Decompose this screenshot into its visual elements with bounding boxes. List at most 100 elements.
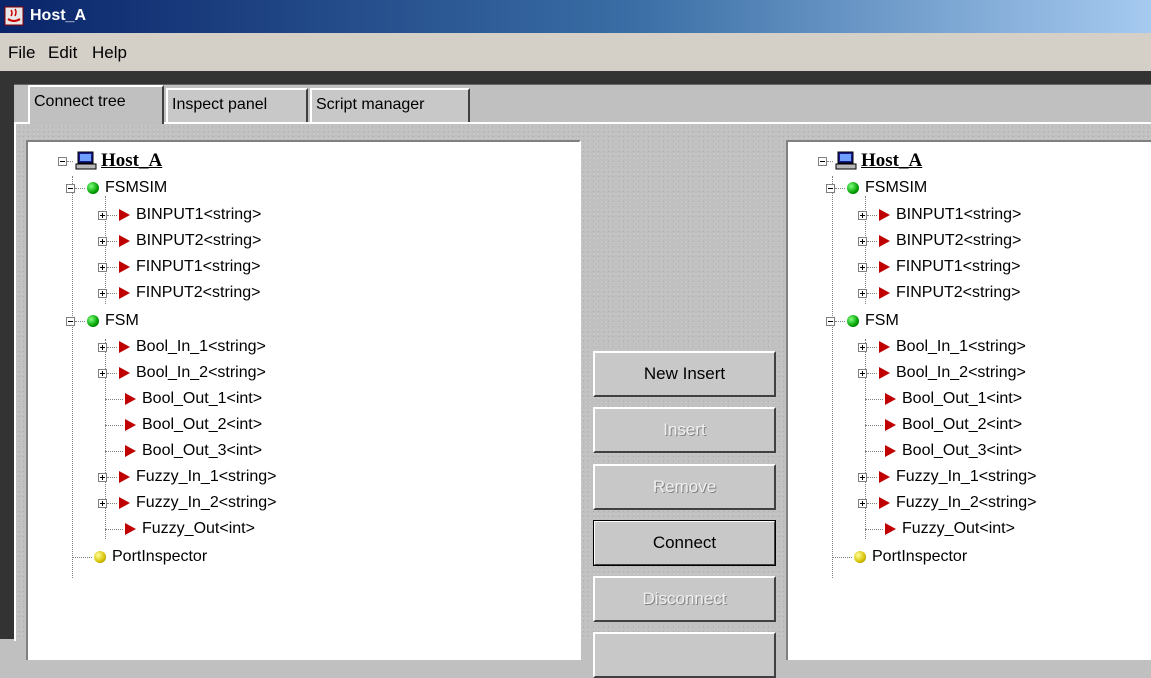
port-node[interactable]: Bool_In_1<string>: [858, 336, 1026, 358]
collapse-toggle[interactable]: [66, 316, 75, 326]
collapse-toggle[interactable]: [826, 316, 835, 326]
expand-toggle[interactable]: [858, 288, 867, 298]
collapse-toggle[interactable]: [58, 156, 67, 166]
insert-button[interactable]: Insert: [593, 407, 776, 453]
port-arrow-icon: [119, 367, 130, 379]
disconnect-button[interactable]: Disconnect: [593, 576, 776, 622]
port-arrow-icon: [119, 261, 130, 273]
expand-toggle[interactable]: [858, 342, 867, 352]
port-arrow-icon: [879, 341, 890, 353]
port-label: Fuzzy_In_2<string>: [896, 494, 1037, 511]
tab-connect-tree[interactable]: Connect tree: [28, 85, 164, 124]
host-node[interactable]: Host_A: [101, 150, 162, 172]
port-node[interactable]: FINPUT2<string>: [858, 282, 1020, 304]
right-tree[interactable]: Host_A FSMSIM BINPUT1<string> BINPUT2<st…: [786, 140, 1151, 660]
remove-button[interactable]: Remove: [593, 464, 776, 510]
port-arrow-icon: [119, 209, 130, 221]
menu-file[interactable]: File: [8, 43, 35, 63]
port-node[interactable]: Bool_Out_1<int>: [865, 388, 1022, 410]
port-label: Fuzzy_In_1<string>: [136, 468, 277, 485]
port-label: Fuzzy_Out<int>: [142, 520, 255, 537]
port-node[interactable]: BINPUT1<string>: [858, 204, 1021, 226]
inspector-node[interactable]: PortInspector: [832, 546, 967, 568]
computer-icon: [835, 151, 857, 170]
port-node[interactable]: Fuzzy_In_2<string>: [858, 492, 1037, 514]
new-insert-button[interactable]: New Insert: [593, 351, 776, 397]
port-arrow-icon: [125, 523, 136, 535]
port-node[interactable]: Bool_Out_2<int>: [865, 414, 1022, 436]
group-label: FSMSIM: [865, 179, 928, 196]
menu-help[interactable]: Help: [92, 43, 127, 63]
expand-toggle[interactable]: [98, 368, 107, 378]
expand-toggle[interactable]: [98, 236, 107, 246]
expand-toggle[interactable]: [858, 262, 867, 272]
tab-inspect-panel[interactable]: Inspect panel: [166, 88, 308, 122]
expand-toggle[interactable]: [858, 210, 867, 220]
tab-script-manager[interactable]: Script manager: [310, 88, 470, 122]
inspector-node[interactable]: PortInspector: [72, 546, 207, 568]
port-label: BINPUT2<string>: [136, 232, 262, 249]
green-status-icon: [847, 315, 859, 327]
menu-edit[interactable]: Edit: [48, 43, 77, 63]
port-node[interactable]: Fuzzy_In_2<string>: [98, 492, 277, 514]
port-label: Bool_In_2<string>: [896, 364, 1026, 381]
expand-toggle[interactable]: [98, 472, 107, 482]
host-node[interactable]: Host_A: [861, 150, 922, 172]
port-node[interactable]: Fuzzy_In_1<string>: [858, 466, 1037, 488]
port-node[interactable]: BINPUT2<string>: [98, 230, 261, 252]
inspector-label: PortInspector: [112, 548, 208, 565]
port-label: Bool_Out_2<int>: [142, 416, 263, 433]
port-node[interactable]: Fuzzy_Out<int>: [865, 518, 1015, 540]
port-arrow-icon: [119, 287, 130, 299]
port-node[interactable]: Bool_In_2<string>: [98, 362, 266, 384]
group-node-fsmsim[interactable]: FSMSIM: [826, 177, 927, 199]
connect-tree-panel: Host_A FSMSIM BINPUT1<string> BINPUT2<st…: [14, 122, 1151, 678]
port-label: Bool_In_2<string>: [136, 364, 266, 381]
connect-button[interactable]: Connect: [593, 520, 776, 566]
inspector-label: PortInspector: [872, 548, 968, 565]
port-label: BINPUT2<string>: [896, 232, 1022, 249]
port-arrow-icon: [879, 287, 890, 299]
port-node[interactable]: FINPUT1<string>: [98, 256, 260, 278]
port-node[interactable]: Bool_Out_3<int>: [865, 440, 1022, 462]
port-arrow-icon: [119, 497, 130, 509]
yellow-status-icon: [94, 551, 106, 563]
group-node-fsm[interactable]: FSM: [66, 310, 139, 332]
port-label: BINPUT1<string>: [896, 206, 1022, 223]
port-arrow-icon: [879, 471, 890, 483]
port-label: Bool_Out_1<int>: [142, 390, 263, 407]
port-node[interactable]: Bool_Out_2<int>: [105, 414, 262, 436]
port-node[interactable]: Bool_Out_1<int>: [105, 388, 262, 410]
expand-toggle[interactable]: [98, 498, 107, 508]
port-node[interactable]: BINPUT2<string>: [858, 230, 1021, 252]
expand-toggle[interactable]: [98, 210, 107, 220]
port-node[interactable]: Fuzzy_In_1<string>: [98, 466, 277, 488]
expand-toggle[interactable]: [858, 472, 867, 482]
window-title: Host_A: [30, 7, 87, 24]
port-node[interactable]: Bool_In_1<string>: [98, 336, 266, 358]
port-node[interactable]: BINPUT1<string>: [98, 204, 261, 226]
port-label: FINPUT1<string>: [896, 258, 1021, 275]
expand-toggle[interactable]: [98, 342, 107, 352]
port-arrow-icon: [879, 235, 890, 247]
green-status-icon: [87, 182, 99, 194]
collapse-toggle[interactable]: [826, 183, 835, 193]
expand-toggle[interactable]: [858, 368, 867, 378]
port-node[interactable]: FINPUT1<string>: [858, 256, 1020, 278]
port-arrow-icon: [879, 497, 890, 509]
port-node[interactable]: Fuzzy_Out<int>: [105, 518, 255, 540]
expand-toggle[interactable]: [98, 262, 107, 272]
group-node-fsmsim[interactable]: FSMSIM: [66, 177, 167, 199]
green-status-icon: [847, 182, 859, 194]
port-node[interactable]: Bool_Out_3<int>: [105, 440, 262, 462]
left-tree[interactable]: Host_A FSMSIM BINPUT1<string> BINPUT2<st…: [26, 140, 581, 660]
collapse-toggle[interactable]: [818, 156, 827, 166]
group-node-fsm[interactable]: FSM: [826, 310, 899, 332]
port-node[interactable]: Bool_In_2<string>: [858, 362, 1026, 384]
port-node[interactable]: FINPUT2<string>: [98, 282, 260, 304]
expand-toggle[interactable]: [858, 498, 867, 508]
collapse-toggle[interactable]: [66, 183, 75, 193]
computer-icon: [75, 151, 97, 170]
expand-toggle[interactable]: [98, 288, 107, 298]
expand-toggle[interactable]: [858, 236, 867, 246]
